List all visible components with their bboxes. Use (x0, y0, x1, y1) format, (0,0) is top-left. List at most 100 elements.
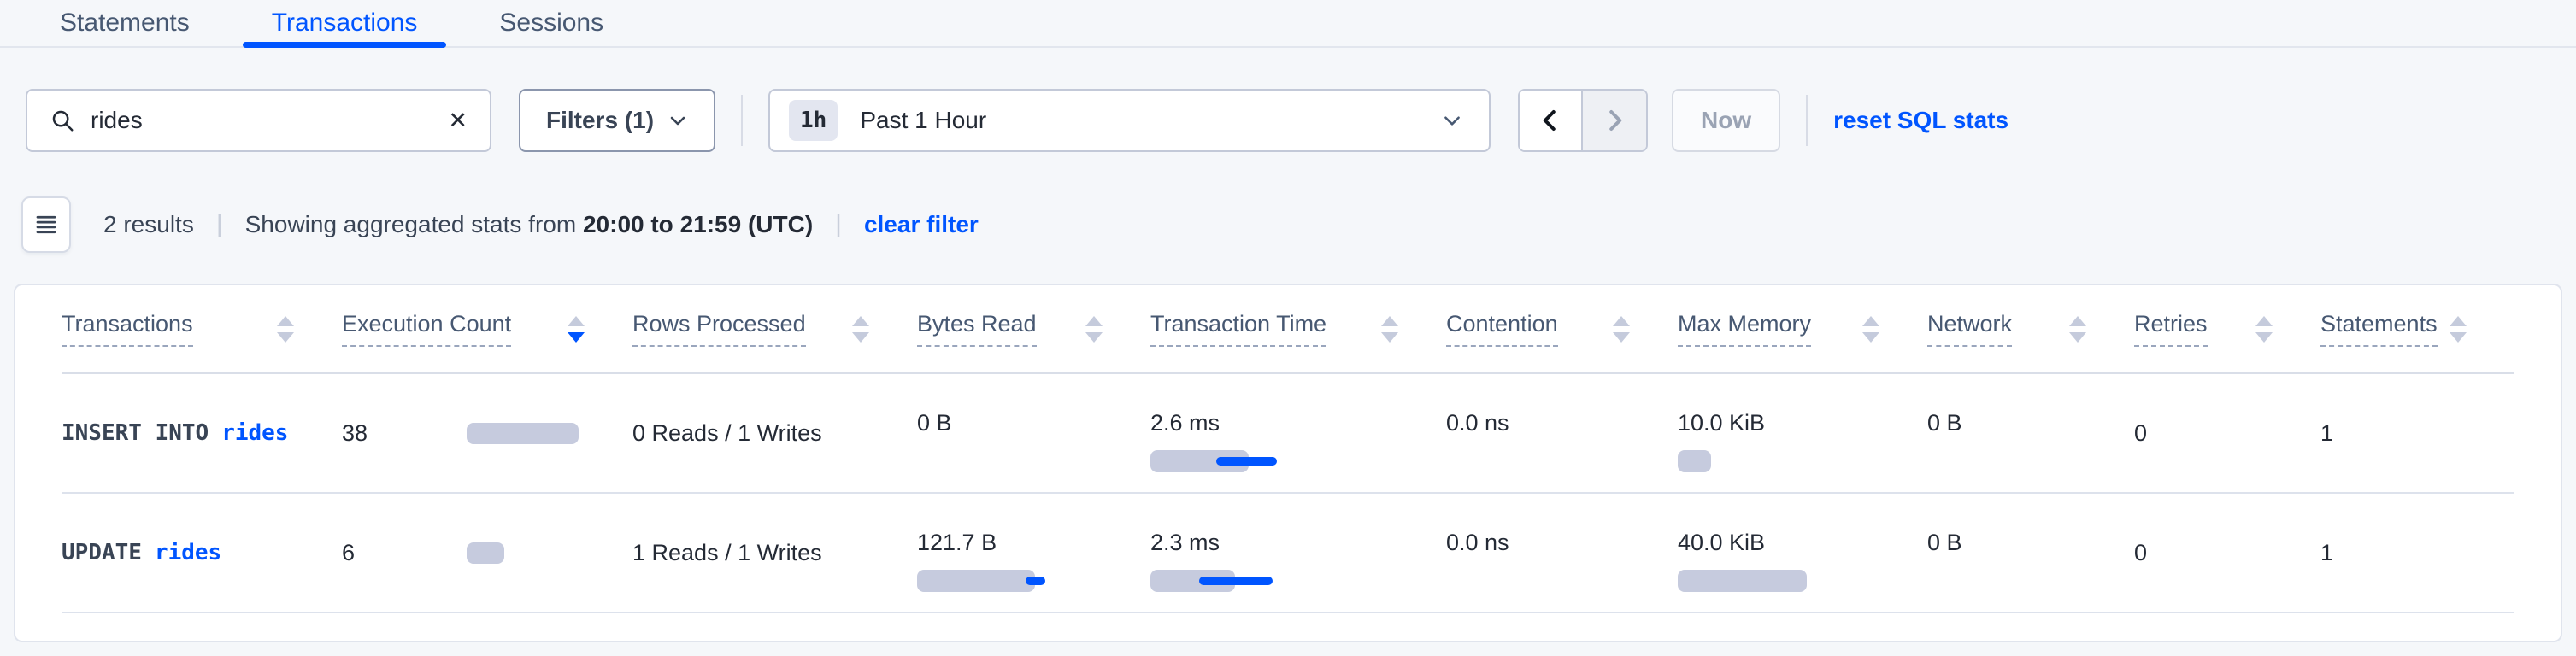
contention-cell: 0.0 ns (1446, 494, 1678, 612)
sort-toggle[interactable] (267, 316, 294, 343)
sort-up-icon (568, 316, 585, 326)
execution-count-value: 6 (342, 540, 467, 566)
sql-activity-tabbar: Statements Transactions Sessions (0, 0, 2576, 48)
bytes-read-bar (917, 570, 1035, 592)
transaction-statement-cell: UPDATE rides (62, 494, 342, 612)
statement-keyword: UPDATE (62, 540, 142, 565)
filters-button[interactable]: Filters (1) (519, 89, 715, 152)
next-time-window-button[interactable] (1583, 91, 1646, 150)
transaction-time-cell: 2.3 ms (1150, 494, 1446, 612)
chevron-right-icon (1602, 108, 1627, 133)
now-button[interactable]: Now (1672, 89, 1780, 152)
sort-up-icon (1381, 316, 1398, 326)
tab-transactions[interactable]: Transactions (243, 0, 447, 46)
divider: | (835, 210, 842, 239)
results-count: 2 results (103, 211, 194, 238)
rows-processed-cell: 0 Reads / 1 Writes (632, 374, 917, 492)
search-input[interactable] (91, 107, 448, 134)
sort-toggle[interactable] (1371, 316, 1398, 343)
transaction-fingerprint-link[interactable]: rides (155, 540, 221, 565)
column-header-label[interactable]: Network (1927, 311, 2012, 347)
column-header-label[interactable]: Max Memory (1678, 311, 1811, 347)
results-bar: 2 results | Showing aggregated stats fro… (21, 196, 2576, 253)
column-header-label[interactable]: Bytes Read (917, 311, 1037, 347)
sort-up-icon (2450, 316, 2467, 326)
bytes-read-stddev-bar (1026, 577, 1045, 585)
contention-cell: 0.0 ns (1446, 374, 1678, 492)
sort-down-icon (1862, 332, 1879, 343)
transaction-fingerprint-link[interactable]: rides (221, 420, 288, 446)
bytes-read-cell: 0 B (917, 374, 1150, 492)
execution-count-cell: 6 (342, 494, 632, 612)
search-box[interactable]: ✕ (26, 89, 491, 152)
statement-keyword: INSERT INTO (62, 420, 209, 446)
transaction-time-value: 2.6 ms (1150, 410, 1220, 436)
column-selector-button[interactable] (21, 196, 71, 253)
column-header-label[interactable]: Statements (2320, 311, 2438, 347)
tab-statements[interactable]: Statements (31, 0, 219, 46)
sort-down-icon (1613, 332, 1630, 343)
sort-up-icon (2069, 316, 2086, 326)
transaction-statement-cell: INSERT INTO rides (62, 374, 342, 492)
clear-filter-link[interactable]: clear filter (864, 211, 979, 238)
filters-button-label: Filters (1) (546, 107, 654, 134)
sort-up-icon (1862, 316, 1879, 326)
sort-toggle[interactable] (2245, 316, 2273, 343)
sort-toggle[interactable] (1075, 316, 1103, 343)
max-memory-value: 40.0 KiB (1678, 530, 1765, 556)
time-range-dropdown[interactable]: 1h Past 1 Hour (768, 89, 1491, 152)
retries-cell: 0 (2134, 374, 2320, 492)
column-header-label[interactable]: Contention (1446, 311, 1558, 347)
column-header-statements: Statements (2320, 311, 2514, 347)
column-header-retries: Retries (2134, 311, 2320, 347)
column-header-bytes-read: Bytes Read (917, 311, 1150, 347)
clear-search-icon[interactable]: ✕ (448, 109, 468, 132)
menu-icon (33, 212, 59, 237)
sort-down-icon (1381, 332, 1398, 343)
contention-value: 0.0 ns (1446, 530, 1509, 556)
filter-controls-row: ✕ Filters (1) 1h Past 1 Hour (26, 89, 2576, 152)
sort-toggle[interactable] (1603, 316, 1630, 343)
reset-sql-stats-link[interactable]: reset SQL stats (1833, 107, 2008, 134)
sort-down-icon (2255, 332, 2273, 343)
aggregated-stats-prefix: Showing aggregated stats from (245, 211, 577, 237)
column-header-label[interactable]: Transactions (62, 311, 193, 347)
bytes-read-cell: 121.7 B (917, 494, 1150, 612)
sort-down-icon (1085, 332, 1103, 343)
sort-down-icon (2069, 332, 2086, 343)
column-header-max-memory: Max Memory (1678, 311, 1927, 347)
execution-count-cell: 38 (342, 374, 632, 492)
transaction-time-bar (1150, 570, 1235, 592)
sort-toggle[interactable] (842, 316, 869, 343)
sort-toggle[interactable] (557, 316, 585, 343)
previous-time-window-button[interactable] (1520, 91, 1583, 150)
sort-toggle[interactable] (1852, 316, 1879, 343)
statements-count-cell: 1 (2320, 374, 2514, 492)
execution-count-value: 38 (342, 420, 467, 447)
transaction-time-stddev-bar (1199, 577, 1273, 585)
network-value: 0 B (1927, 410, 1962, 436)
column-header-label[interactable]: Execution Count (342, 311, 511, 347)
retries-cell: 0 (2134, 494, 2320, 612)
max-memory-cell: 10.0 KiB (1678, 374, 1927, 492)
search-icon (27, 108, 91, 133)
sort-down-icon (852, 332, 869, 343)
column-header-network: Network (1927, 311, 2134, 347)
column-header-label[interactable]: Transaction Time (1150, 311, 1326, 347)
sort-toggle[interactable] (2059, 316, 2086, 343)
statements-count-cell: 1 (2320, 494, 2514, 612)
network-cell: 0 B (1927, 374, 2134, 492)
time-range-label: Past 1 Hour (860, 107, 986, 134)
column-header-label[interactable]: Rows Processed (632, 311, 806, 347)
execution-count-bar (467, 423, 579, 444)
sort-up-icon (277, 316, 294, 326)
network-value: 0 B (1927, 530, 1962, 556)
sort-up-icon (2255, 316, 2273, 326)
rows-processed-cell: 1 Reads / 1 Writes (632, 494, 917, 612)
sort-up-icon (1085, 316, 1103, 326)
column-header-label[interactable]: Retries (2134, 311, 2208, 347)
tab-sessions[interactable]: Sessions (470, 0, 632, 46)
column-header-contention: Contention (1446, 311, 1678, 347)
sort-up-icon (852, 316, 869, 326)
sort-toggle[interactable] (2439, 316, 2467, 343)
